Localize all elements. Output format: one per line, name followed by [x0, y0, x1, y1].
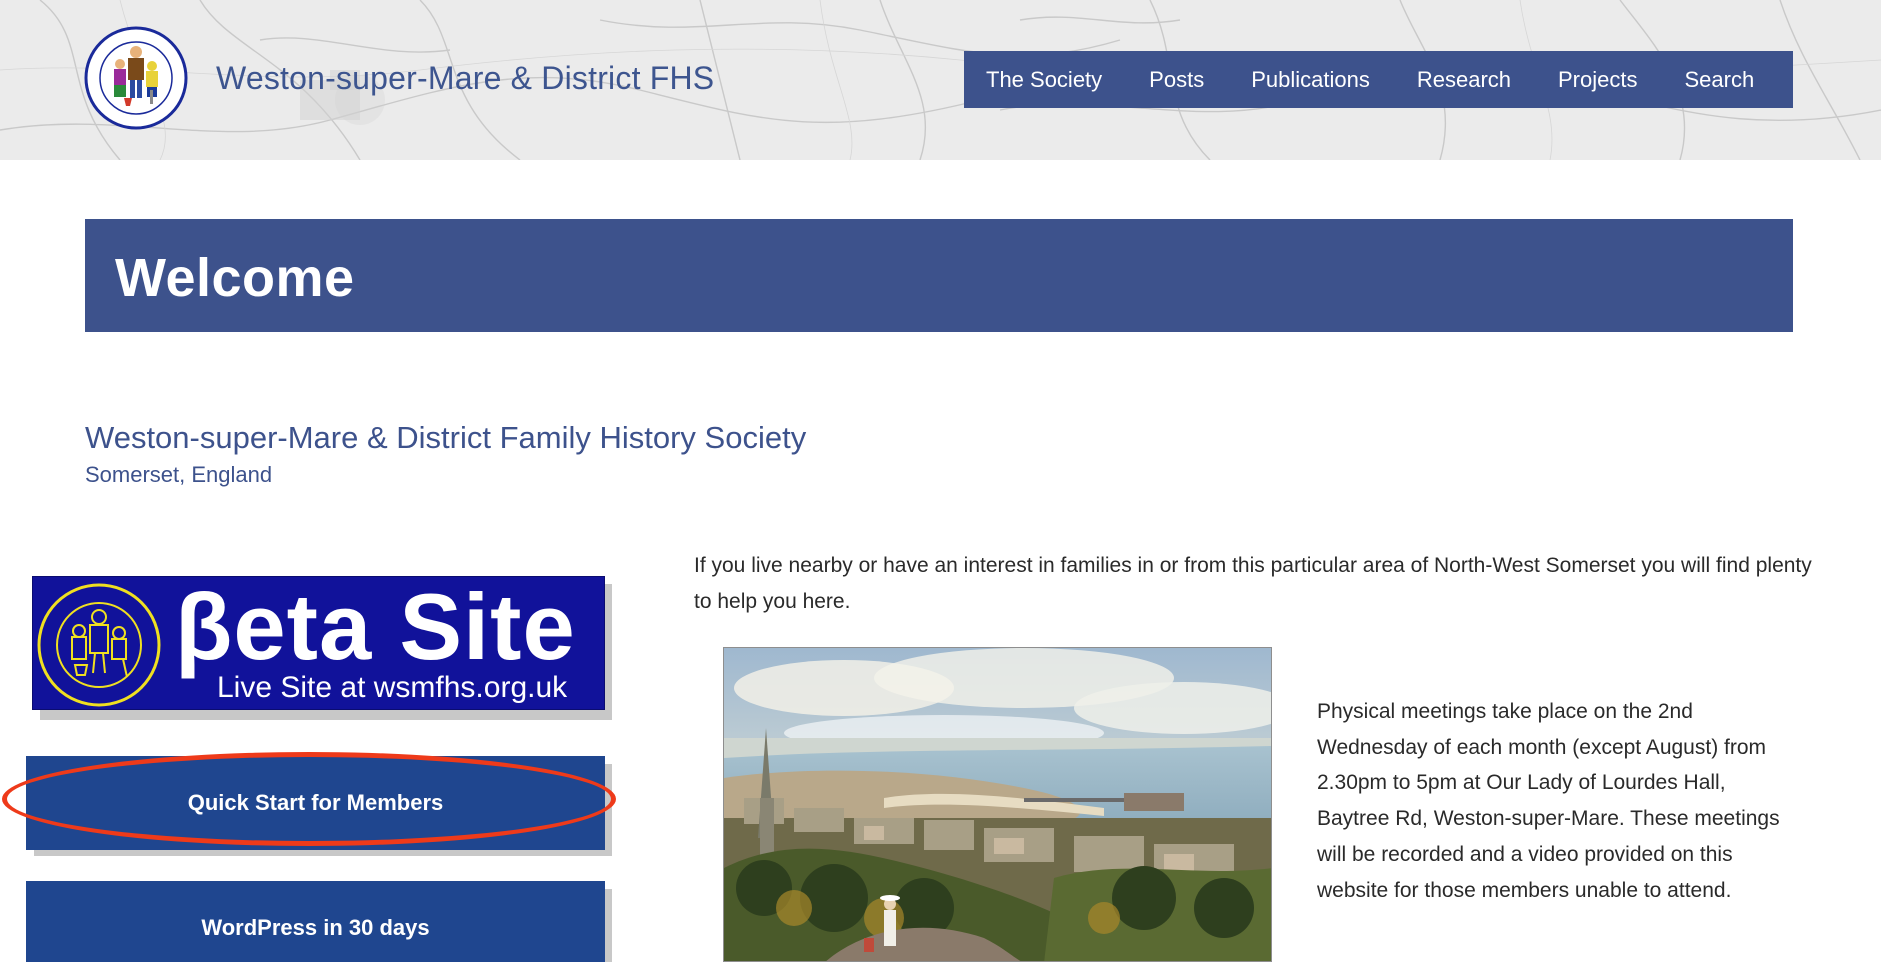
nav-item-research[interactable]: Research [1417, 67, 1511, 93]
society-name: Weston-super-Mare & District Family Hist… [85, 420, 807, 455]
society-logo-icon [37, 583, 161, 707]
nav-item-projects[interactable]: Projects [1558, 67, 1637, 93]
nav-item-the-society[interactable]: The Society [986, 67, 1102, 93]
society-location: Somerset, England [85, 462, 273, 487]
society-logo-icon[interactable] [84, 26, 188, 130]
meetings-paragraph: Physical meetings take place on the 2nd … [1317, 700, 1780, 902]
beta-site-banner[interactable]: βeta Site Live Site at wsmfhs.org.uk [32, 574, 612, 720]
page-title: Welcome [115, 248, 355, 308]
wordpress-30-days-button[interactable]: WordPress in 30 days [26, 881, 605, 962]
wordpress-wrapper: WordPress in 30 days [26, 881, 612, 962]
postcard-illustration [724, 648, 1271, 961]
weston-postcard-image [723, 647, 1272, 962]
nav-item-posts[interactable]: Posts [1149, 67, 1204, 93]
site-header: Weston-super-Mare & District FHS The Soc… [0, 0, 1881, 160]
beta-banner-panel: βeta Site Live Site at wsmfhs.org.uk [32, 574, 605, 710]
intro-paragraph: If you live nearby or have an interest i… [694, 554, 1812, 613]
welcome-banner: Welcome [85, 219, 1793, 332]
nav-item-search[interactable]: Search [1684, 67, 1754, 93]
quick-start-button[interactable]: Quick Start for Members [26, 756, 605, 850]
beta-title: βeta Site [175, 574, 576, 679]
beta-subtitle: Live Site at wsmfhs.org.uk [217, 671, 568, 704]
site-title[interactable]: Weston-super-Mare & District FHS [216, 60, 714, 97]
nav-item-publications[interactable]: Publications [1251, 67, 1370, 93]
main-nav: The Society Posts Publications Research … [964, 51, 1793, 108]
quick-start-wrapper: Quick Start for Members [26, 756, 612, 856]
